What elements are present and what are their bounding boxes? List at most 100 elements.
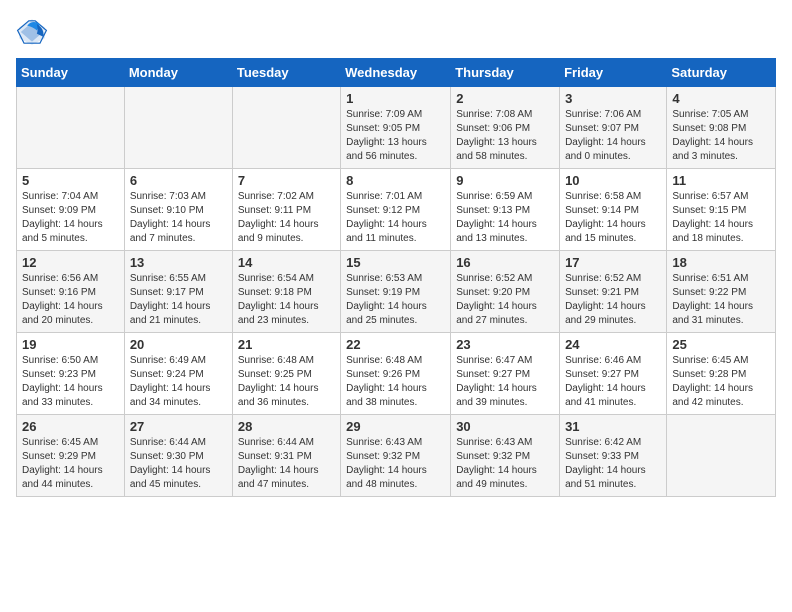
calendar-cell: 31 Sunrise: 6:42 AM Sunset: 9:33 PM Dayli…	[560, 415, 667, 497]
calendar-cell: 7 Sunrise: 7:02 AM Sunset: 9:11 PM Daylig…	[232, 169, 340, 251]
day-number: 14	[238, 255, 335, 270]
calendar-cell: 17 Sunrise: 6:52 AM Sunset: 9:21 PM Dayli…	[560, 251, 667, 333]
logo-icon	[16, 16, 48, 48]
calendar-cell: 23 Sunrise: 6:47 AM Sunset: 9:27 PM Dayli…	[451, 333, 560, 415]
calendar-cell: 24 Sunrise: 6:46 AM Sunset: 9:27 PM Dayli…	[560, 333, 667, 415]
calendar-cell: 13 Sunrise: 6:55 AM Sunset: 9:17 PM Dayli…	[124, 251, 232, 333]
calendar-week-5: 26Sunrise: 6:45 AM Sunset: 9:29 PM Dayli…	[17, 415, 776, 497]
day-info: Sunrise: 7:06 AM Sunset: 9:07 PM Dayligh…	[565, 108, 661, 164]
calendar-cell: 27 Sunrise: 6:44 AM Sunset: 9:30 PM Dayli…	[124, 415, 232, 497]
page-header	[16, 16, 776, 48]
day-info: Sunrise: 6:52 AM Sunset: 9:21 PM Dayligh…	[565, 272, 661, 328]
day-info: Sunrise: 6:51 AM Sunset: 9:22 PM Dayligh…	[672, 272, 770, 328]
day-number: 15	[346, 255, 445, 270]
day-number: 19	[22, 337, 119, 352]
day-number: 6	[130, 173, 227, 188]
calendar-cell: 4Sunrise: 7:05 AM Sunset: 9:08 PM Daylig…	[667, 87, 776, 169]
calendar-cell: 2 Sunrise: 7:08 AM Sunset: 9:06 PM Daylig…	[451, 87, 560, 169]
calendar-cell: 15 Sunrise: 6:53 AM Sunset: 9:19 PM Dayli…	[341, 251, 451, 333]
day-info: Sunrise: 7:08 AM Sunset: 9:06 PM Dayligh…	[456, 108, 554, 164]
calendar-week-1: 1 Sunrise: 7:09 AM Sunset: 9:05 PM Daylig…	[17, 87, 776, 169]
calendar-cell: 14 Sunrise: 6:54 AM Sunset: 9:18 PM Dayli…	[232, 251, 340, 333]
day-info: Sunrise: 6:44 AM Sunset: 9:31 PM Dayligh…	[238, 436, 335, 492]
day-number: 27	[130, 419, 227, 434]
calendar-week-3: 12 Sunrise: 6:56 AM Sunset: 9:16 PM Dayli…	[17, 251, 776, 333]
day-number: 1	[346, 91, 445, 106]
day-number: 23	[456, 337, 554, 352]
day-info: Sunrise: 6:54 AM Sunset: 9:18 PM Dayligh…	[238, 272, 335, 328]
col-header-wednesday: Wednesday	[341, 59, 451, 87]
day-info: Sunrise: 6:55 AM Sunset: 9:17 PM Dayligh…	[130, 272, 227, 328]
calendar-cell	[667, 415, 776, 497]
calendar-cell: 6 Sunrise: 7:03 AM Sunset: 9:10 PM Daylig…	[124, 169, 232, 251]
calendar-cell: 21 Sunrise: 6:48 AM Sunset: 9:25 PM Dayli…	[232, 333, 340, 415]
calendar-cell: 30 Sunrise: 6:43 AM Sunset: 9:32 PM Dayli…	[451, 415, 560, 497]
calendar-cell	[124, 87, 232, 169]
day-number: 5	[22, 173, 119, 188]
day-number: 18	[672, 255, 770, 270]
calendar-cell: 12 Sunrise: 6:56 AM Sunset: 9:16 PM Dayli…	[17, 251, 125, 333]
calendar-table: SundayMondayTuesdayWednesdayThursdayFrid…	[16, 58, 776, 497]
calendar-cell: 20Sunrise: 6:49 AM Sunset: 9:24 PM Dayli…	[124, 333, 232, 415]
day-info: Sunrise: 7:02 AM Sunset: 9:11 PM Dayligh…	[238, 190, 335, 246]
calendar-cell: 5 Sunrise: 7:04 AM Sunset: 9:09 PM Daylig…	[17, 169, 125, 251]
day-info: Sunrise: 6:42 AM Sunset: 9:33 PM Dayligh…	[565, 436, 661, 492]
day-number: 29	[346, 419, 445, 434]
calendar-cell: 29 Sunrise: 6:43 AM Sunset: 9:32 PM Dayli…	[341, 415, 451, 497]
calendar-cell	[17, 87, 125, 169]
day-info: Sunrise: 6:48 AM Sunset: 9:26 PM Dayligh…	[346, 354, 445, 410]
day-number: 21	[238, 337, 335, 352]
calendar-cell: 8 Sunrise: 7:01 AM Sunset: 9:12 PM Daylig…	[341, 169, 451, 251]
day-number: 31	[565, 419, 661, 434]
day-info: Sunrise: 7:03 AM Sunset: 9:10 PM Dayligh…	[130, 190, 227, 246]
calendar-header-row: SundayMondayTuesdayWednesdayThursdayFrid…	[17, 59, 776, 87]
col-header-sunday: Sunday	[17, 59, 125, 87]
day-number: 30	[456, 419, 554, 434]
calendar-cell: 11 Sunrise: 6:57 AM Sunset: 9:15 PM Dayli…	[667, 169, 776, 251]
day-number: 24	[565, 337, 661, 352]
day-number: 20	[130, 337, 227, 352]
calendar-cell: 1 Sunrise: 7:09 AM Sunset: 9:05 PM Daylig…	[341, 87, 451, 169]
day-info: Sunrise: 6:50 AM Sunset: 9:23 PM Dayligh…	[22, 354, 119, 410]
calendar-cell: 19 Sunrise: 6:50 AM Sunset: 9:23 PM Dayli…	[17, 333, 125, 415]
day-info: Sunrise: 7:05 AM Sunset: 9:08 PM Dayligh…	[672, 108, 770, 164]
day-info: Sunrise: 6:59 AM Sunset: 9:13 PM Dayligh…	[456, 190, 554, 246]
day-info: Sunrise: 6:52 AM Sunset: 9:20 PM Dayligh…	[456, 272, 554, 328]
day-info: Sunrise: 6:56 AM Sunset: 9:16 PM Dayligh…	[22, 272, 119, 328]
day-number: 7	[238, 173, 335, 188]
day-number: 26	[22, 419, 119, 434]
day-info: Sunrise: 6:43 AM Sunset: 9:32 PM Dayligh…	[456, 436, 554, 492]
calendar-cell: 18 Sunrise: 6:51 AM Sunset: 9:22 PM Dayli…	[667, 251, 776, 333]
day-number: 2	[456, 91, 554, 106]
day-number: 13	[130, 255, 227, 270]
day-number: 11	[672, 173, 770, 188]
day-number: 22	[346, 337, 445, 352]
day-info: Sunrise: 6:46 AM Sunset: 9:27 PM Dayligh…	[565, 354, 661, 410]
day-info: Sunrise: 6:47 AM Sunset: 9:27 PM Dayligh…	[456, 354, 554, 410]
day-number: 9	[456, 173, 554, 188]
day-number: 12	[22, 255, 119, 270]
calendar-cell: 25Sunrise: 6:45 AM Sunset: 9:28 PM Dayli…	[667, 333, 776, 415]
day-info: Sunrise: 7:09 AM Sunset: 9:05 PM Dayligh…	[346, 108, 445, 164]
day-info: Sunrise: 6:58 AM Sunset: 9:14 PM Dayligh…	[565, 190, 661, 246]
day-info: Sunrise: 6:44 AM Sunset: 9:30 PM Dayligh…	[130, 436, 227, 492]
col-header-monday: Monday	[124, 59, 232, 87]
day-info: Sunrise: 7:04 AM Sunset: 9:09 PM Dayligh…	[22, 190, 119, 246]
calendar-cell: 9 Sunrise: 6:59 AM Sunset: 9:13 PM Daylig…	[451, 169, 560, 251]
day-number: 10	[565, 173, 661, 188]
day-info: Sunrise: 6:43 AM Sunset: 9:32 PM Dayligh…	[346, 436, 445, 492]
day-info: Sunrise: 6:53 AM Sunset: 9:19 PM Dayligh…	[346, 272, 445, 328]
day-number: 17	[565, 255, 661, 270]
day-number: 16	[456, 255, 554, 270]
day-info: Sunrise: 6:45 AM Sunset: 9:28 PM Dayligh…	[672, 354, 770, 410]
calendar-cell: 28Sunrise: 6:44 AM Sunset: 9:31 PM Dayli…	[232, 415, 340, 497]
day-info: Sunrise: 6:57 AM Sunset: 9:15 PM Dayligh…	[672, 190, 770, 246]
calendar-week-4: 19 Sunrise: 6:50 AM Sunset: 9:23 PM Dayli…	[17, 333, 776, 415]
col-header-friday: Friday	[560, 59, 667, 87]
day-number: 8	[346, 173, 445, 188]
calendar-cell	[232, 87, 340, 169]
day-info: Sunrise: 6:48 AM Sunset: 9:25 PM Dayligh…	[238, 354, 335, 410]
day-info: Sunrise: 7:01 AM Sunset: 9:12 PM Dayligh…	[346, 190, 445, 246]
calendar-cell: 16 Sunrise: 6:52 AM Sunset: 9:20 PM Dayli…	[451, 251, 560, 333]
col-header-saturday: Saturday	[667, 59, 776, 87]
